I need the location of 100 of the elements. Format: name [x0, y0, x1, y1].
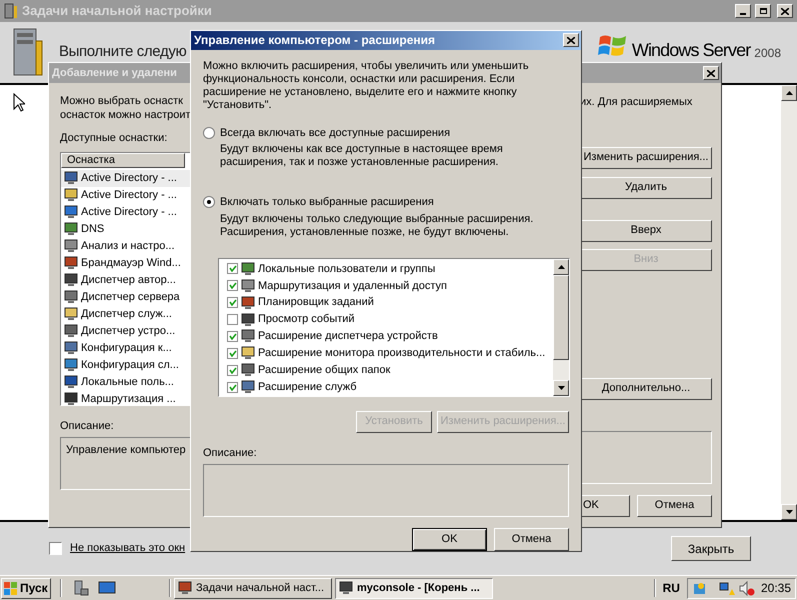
- extension-name: Маршрутизация и удаленный доступ: [258, 278, 447, 294]
- mouse-cursor-icon: [13, 93, 25, 112]
- snapin-item[interactable]: Active Directory - ...: [61, 204, 190, 220]
- taskbar-button[interactable]: myconsole - [Корень ...: [335, 578, 493, 598]
- close-button[interactable]: [703, 66, 719, 80]
- radio-label: Всегда включать все доступные расширения: [220, 126, 450, 140]
- check-icon: [228, 282, 236, 290]
- cancel-button[interactable]: Отмена: [637, 494, 712, 516]
- start-button[interactable]: Пуск: [1, 578, 51, 598]
- snapin-item[interactable]: Локальные поль...: [61, 374, 190, 390]
- checkbox[interactable]: [227, 348, 238, 359]
- down-arrow-icon: [786, 510, 792, 514]
- monitor-icon: [64, 239, 78, 253]
- monitor-icon: [241, 380, 255, 394]
- snapin-item[interactable]: Active Directory - ...: [61, 170, 190, 186]
- action-button[interactable]: Изменить расширения...: [580, 146, 712, 168]
- monitor-icon: [241, 346, 255, 360]
- scrollbar[interactable]: [781, 85, 797, 520]
- monitor-icon: [64, 188, 78, 202]
- monitor-icon: [64, 375, 78, 389]
- network-warning-icon[interactable]: [718, 580, 735, 596]
- monitor-icon: [64, 205, 78, 219]
- dialog-title: Добавление и удалени: [52, 66, 177, 81]
- radio-button[interactable]: [203, 126, 215, 139]
- close-button[interactable]: [777, 4, 793, 18]
- logo-version: 2008: [754, 46, 781, 58]
- description-label: Описание:: [203, 446, 258, 460]
- down-arrow-icon: [558, 386, 564, 390]
- snapin-item[interactable]: Конфигурация сл...: [61, 356, 190, 374]
- checkbox[interactable]: [227, 382, 238, 393]
- description-label: Описание:: [60, 418, 115, 434]
- extension-name: Просмотр событий: [258, 312, 355, 328]
- monitor-icon: [241, 329, 255, 344]
- scrollbar[interactable]: [553, 258, 569, 396]
- extension-name: Планировщик заданий: [258, 295, 374, 310]
- action-button[interactable]: Вверх: [580, 220, 712, 242]
- checkbox[interactable]: [227, 314, 238, 326]
- cancel-button[interactable]: Отмена: [494, 528, 569, 551]
- dialog-title: Управление компьютером - расширения: [194, 32, 436, 50]
- minimize-button[interactable]: [735, 4, 751, 18]
- option-description: Будут включены только следующие выбранные расширения. Расширения, установленные позже, не будут включены.: [220, 212, 534, 238]
- radio-button[interactable]: [203, 196, 215, 208]
- monitor-icon: [64, 341, 78, 355]
- close-window-button[interactable]: Закрыть: [671, 536, 751, 561]
- check-icon: [228, 366, 236, 374]
- checkbox-label: Не показывать это окн: [70, 541, 186, 556]
- action-button[interactable]: Удалить: [580, 176, 712, 198]
- monitor-icon: [64, 392, 78, 404]
- ok-button[interactable]: OK: [580, 494, 630, 516]
- snapin-item[interactable]: Брандмауэр Wind...: [61, 254, 190, 272]
- snapin-item[interactable]: Маршрутизация ...: [61, 390, 190, 404]
- server-icon[interactable]: [73, 580, 89, 596]
- extension-name: Расширение диспетчера устройств: [258, 329, 438, 344]
- up-arrow-icon: [786, 91, 792, 95]
- server-icon: [4, 3, 18, 19]
- close-icon: [781, 8, 789, 14]
- column-header[interactable]: Оснастка: [61, 152, 185, 168]
- option-description: Будут включены как все доступные в настоящее время расширения, так и позже установленные расширения.: [220, 143, 504, 169]
- monitor-icon: [64, 290, 78, 304]
- checkbox[interactable]: [227, 280, 238, 292]
- speaker-muted-icon[interactable]: [738, 580, 755, 596]
- checkbox[interactable]: [227, 330, 238, 342]
- checkbox[interactable]: [49, 542, 62, 555]
- checkbox[interactable]: [227, 297, 238, 308]
- desktop-icon[interactable]: [98, 580, 116, 596]
- snapin-item[interactable]: DNS: [61, 220, 190, 238]
- monitor-icon: [64, 307, 78, 321]
- snapin-item[interactable]: Active Directory - ...: [61, 186, 190, 204]
- monitor-icon: [64, 324, 78, 338]
- intro-text: Можно включить расширения, чтобы увеличить или уменьшить функциональность консоли, оснастки или расширения. Если расширение не установлено, выделите его и нажмите кнопку "Установить".: [203, 60, 530, 112]
- snapin-item[interactable]: Конфигурация к...: [61, 340, 190, 356]
- monitor-icon: [64, 273, 78, 287]
- intro-text: Можно выбрать оснастк: [60, 94, 184, 108]
- monitor-icon: [241, 363, 255, 378]
- snapin-item[interactable]: Диспетчер автор...: [61, 272, 190, 288]
- ok-button[interactable]: OK: [412, 528, 487, 551]
- snapin-item[interactable]: Анализ и настро...: [61, 238, 190, 254]
- snapin-item[interactable]: Диспетчер устро...: [61, 322, 190, 340]
- tray-app-icon[interactable]: [692, 580, 707, 596]
- monitor-icon: [64, 222, 78, 236]
- check-icon: [228, 299, 236, 306]
- close-button[interactable]: [563, 33, 579, 48]
- up-arrow-icon: [558, 264, 564, 268]
- checkbox[interactable]: [227, 364, 238, 376]
- advanced-button[interactable]: Дополнительно...: [580, 378, 712, 400]
- check-icon: [228, 350, 236, 357]
- language-indicator[interactable]: RU: [658, 579, 684, 597]
- taskbar-button[interactable]: Задачи начальной наст...: [174, 578, 332, 598]
- extension-name: Расширение служб: [258, 380, 357, 395]
- monitor-icon: [178, 581, 192, 595]
- restore-button[interactable]: [755, 4, 771, 18]
- checkbox[interactable]: [227, 263, 238, 274]
- monitor-icon: [64, 358, 78, 372]
- snapin-item[interactable]: Диспетчер служ...: [61, 306, 190, 322]
- close-icon: [567, 36, 575, 44]
- snapin-item[interactable]: Диспетчер сервера: [61, 288, 190, 306]
- check-icon: [228, 384, 236, 391]
- clock: 20:35: [760, 580, 791, 597]
- extension-name: Расширение общих папок: [258, 362, 390, 378]
- radio-label: Включать только выбранные расширения: [220, 195, 434, 210]
